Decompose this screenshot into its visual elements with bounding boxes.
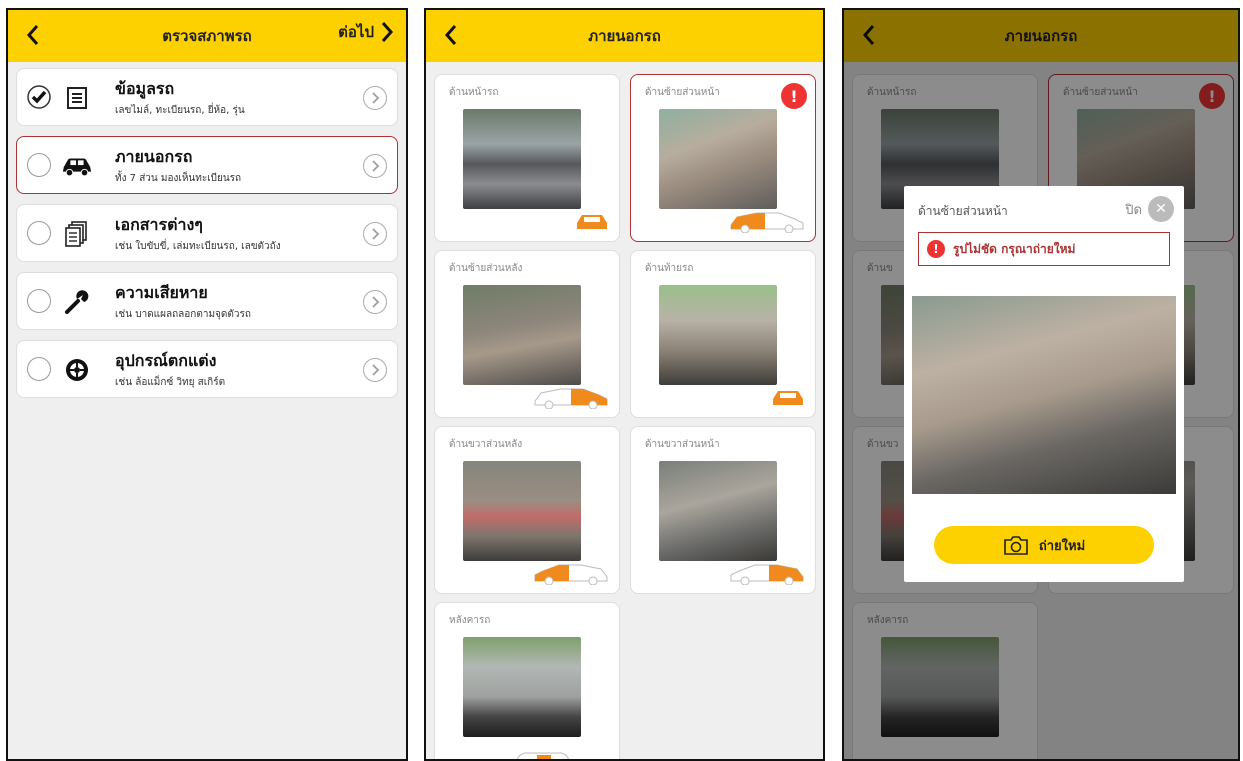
- chevron-right-circle-icon: [363, 290, 387, 314]
- item-title: อุปกรณ์ตกแต่ง: [115, 351, 217, 370]
- car-photo: [463, 461, 581, 561]
- screen-vehicle-inspection: ตรวจสภาพรถ ต่อไป ข้อมูลรถ เลขไมล์, ทะเบี…: [6, 8, 408, 761]
- list-item-exterior[interactable]: ภายนอกรถ ทั้ง 7 ส่วน มองเห็นทะเบียนรถ: [16, 136, 398, 194]
- photo-card-rear[interactable]: ด้านท้ายรถ: [630, 250, 816, 418]
- car-photo: [463, 637, 581, 737]
- chevron-right-icon: [381, 22, 394, 42]
- photo-card-right-rear[interactable]: ด้านขวาส่วนหลัง: [434, 426, 620, 594]
- screen-exterior-photos: ภายนอกรถ ด้านหน้ารถ ด้านซ้ายส่วนหน้า ! ด…: [424, 8, 825, 761]
- radio-button: [27, 357, 51, 381]
- item-title: ความเสียหาย: [115, 283, 208, 302]
- wrench-icon: [61, 287, 93, 317]
- photo-card-roof[interactable]: หลังคารถ: [434, 602, 620, 759]
- car-icon: [61, 151, 93, 181]
- card-label: ด้านขวาส่วนหลัง: [449, 439, 523, 450]
- chevron-right-circle-icon: [363, 222, 387, 246]
- car-side-diagram-icon: [730, 564, 804, 585]
- car-photo: [659, 109, 777, 209]
- car-photo: [659, 461, 777, 561]
- header: ตรวจสภาพรถ ต่อไป: [8, 10, 406, 62]
- checked-icon: [27, 85, 51, 109]
- camera-icon: [1004, 536, 1028, 555]
- car-side-diagram-icon: [534, 388, 608, 409]
- chevron-right-circle-icon: [363, 86, 387, 110]
- item-subtitle: เลขไมล์, ทะเบียนรถ, ยี่ห้อ, รุ่น: [115, 105, 245, 116]
- car-top-diagram-icon: [516, 752, 570, 759]
- item-title: เอกสารต่างๆ: [115, 215, 203, 234]
- card-label: ด้านซ้ายส่วนหน้า: [645, 87, 720, 98]
- list-item-accessories[interactable]: อุปกรณ์ตกแต่ง เช่น ล้อแม็กซ์ วิทยุ สเกิร…: [16, 340, 398, 398]
- close-button[interactable]: ปิด ✕: [1125, 196, 1174, 222]
- item-subtitle: เช่น ล้อแม็กซ์ วิทยุ สเกิร์ต: [115, 377, 226, 388]
- wheel-icon: [61, 355, 93, 385]
- chevron-left-icon: [26, 25, 39, 45]
- photo-card-left-rear[interactable]: ด้านซ้ายส่วนหลัง: [434, 250, 620, 418]
- next-label: ต่อไป: [338, 23, 374, 41]
- close-icon: ✕: [1148, 196, 1174, 222]
- back-button[interactable]: [20, 22, 46, 48]
- error-text: รูปไม่ชัด กรุณาถ่ายใหม่: [953, 241, 1076, 256]
- item-title: ภายนอกรถ: [115, 147, 193, 166]
- list-item-vehicle-info[interactable]: ข้อมูลรถ เลขไมล์, ทะเบียนรถ, ยี่ห้อ, รุ่…: [16, 68, 398, 126]
- photo-card-right-front[interactable]: ด้านขวาส่วนหน้า: [630, 426, 816, 594]
- item-subtitle: เช่น บาดแผลถลอกตามจุดตัวรถ: [115, 309, 251, 320]
- screen-photo-review: ภายนอกรถ ด้านหน้ารถ ด้านซ้ายส่วนหน้า ! ด…: [842, 8, 1240, 761]
- error-icon: !: [927, 240, 945, 258]
- item-subtitle: ทั้ง 7 ส่วน มองเห็นทะเบียนรถ: [115, 173, 242, 184]
- item-title: ข้อมูลรถ: [115, 79, 175, 98]
- car-front-diagram-icon: [577, 215, 607, 229]
- modal-label: ด้านซ้ายส่วนหน้า: [918, 204, 1008, 218]
- card-label: ด้านขวาส่วนหน้า: [645, 439, 720, 450]
- back-button[interactable]: [438, 22, 464, 48]
- retake-label: ถ่ายใหม่: [1038, 538, 1086, 554]
- car-side-diagram-icon: [730, 212, 804, 233]
- car-rear-diagram-icon: [773, 391, 803, 405]
- item-subtitle: เช่น ใบขับขี่, เล่มทะเบียนรถ, เลขตัวถัง: [115, 241, 281, 252]
- header: ภายนอกรถ: [426, 10, 823, 62]
- photo-review-modal: ด้านซ้ายส่วนหน้า ปิด ✕ ! รูปไม่ชัด กรุณา…: [904, 186, 1184, 582]
- card-label: ด้านหน้ารถ: [449, 87, 499, 98]
- page-title: ตรวจสภาพรถ: [162, 27, 252, 45]
- card-label: ด้านซ้ายส่วนหลัง: [449, 263, 523, 274]
- large-car-photo: [912, 296, 1176, 494]
- radio-button: [27, 289, 51, 313]
- error-banner: ! รูปไม่ชัด กรุณาถ่ายใหม่: [918, 232, 1170, 266]
- error-icon: !: [781, 83, 807, 109]
- card-label: ด้านท้ายรถ: [645, 263, 694, 274]
- photo-grid: ด้านหน้ารถ ด้านซ้ายส่วนหน้า ! ด้านซ้ายส่…: [426, 62, 823, 759]
- photo-card-front[interactable]: ด้านหน้ารถ: [434, 74, 620, 242]
- page-title: ภายนอกรถ: [588, 27, 661, 45]
- list-item-damage[interactable]: ความเสียหาย เช่น บาดแผลถลอกตามจุดตัวรถ: [16, 272, 398, 330]
- documents-icon: [61, 219, 93, 249]
- car-photo: [463, 109, 581, 209]
- next-button[interactable]: ต่อไป: [338, 20, 394, 44]
- chevron-right-circle-icon: [363, 358, 387, 382]
- inspection-list: ข้อมูลรถ เลขไมล์, ทะเบียนรถ, ยี่ห้อ, รุ่…: [16, 68, 398, 408]
- radio-button: [27, 153, 51, 177]
- photo-card-left-front[interactable]: ด้านซ้ายส่วนหน้า !: [630, 74, 816, 242]
- card-label: หลังคารถ: [449, 615, 491, 626]
- car-photo: [463, 285, 581, 385]
- close-label: ปิด: [1125, 202, 1142, 218]
- chevron-left-icon: [444, 25, 457, 45]
- chevron-right-circle-icon: [363, 154, 387, 178]
- radio-button: [27, 221, 51, 245]
- list-icon: [61, 83, 93, 113]
- car-photo: [659, 285, 777, 385]
- car-side-diagram-icon: [534, 564, 608, 585]
- retake-button[interactable]: ถ่ายใหม่: [934, 526, 1154, 564]
- list-item-documents[interactable]: เอกสารต่างๆ เช่น ใบขับขี่, เล่มทะเบียนรถ…: [16, 204, 398, 262]
